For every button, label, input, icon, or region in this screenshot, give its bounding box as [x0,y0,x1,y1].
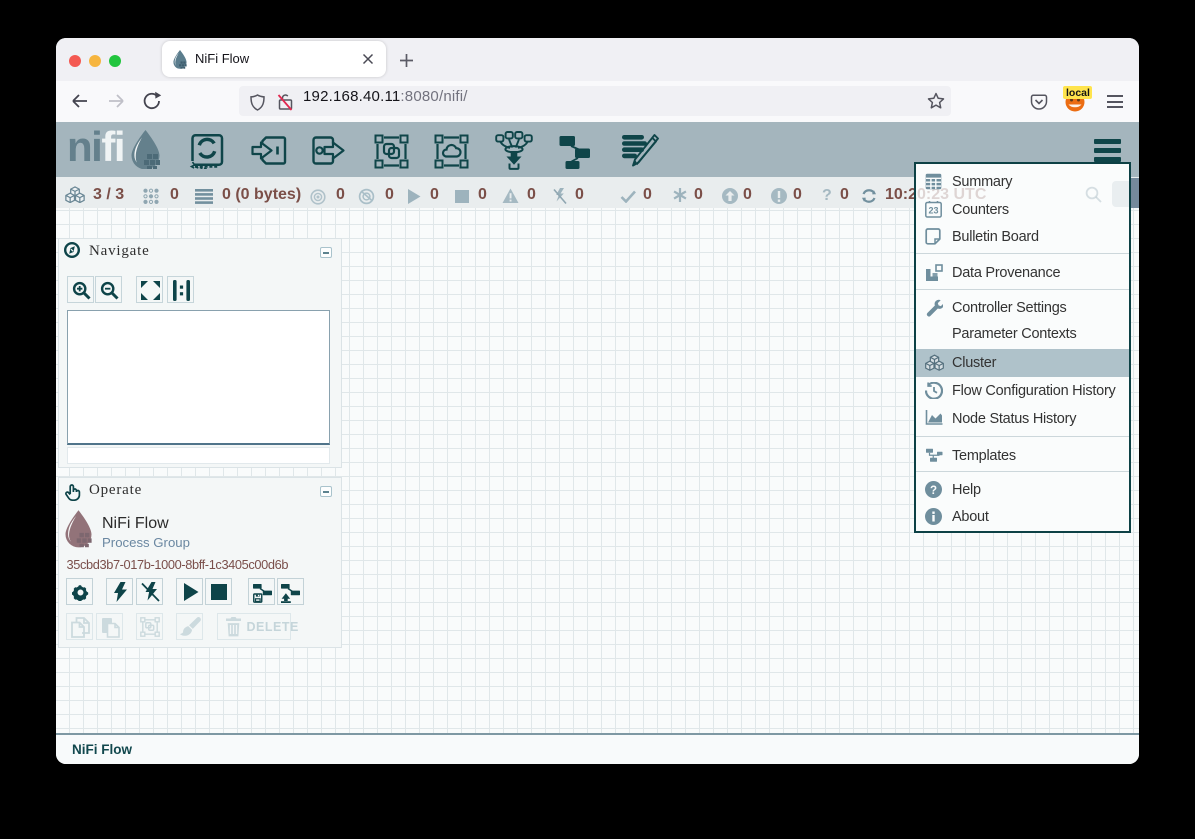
svg-text:23: 23 [928,206,938,216]
svg-text:?: ? [930,485,937,497]
